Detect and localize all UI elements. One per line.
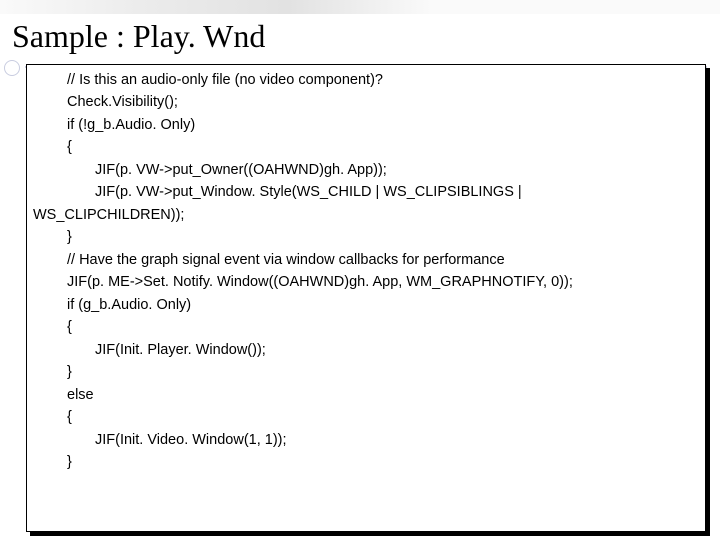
code-line: JIF(Init. Player. Window());: [33, 339, 699, 361]
code-line: {: [33, 136, 699, 158]
code-line: JIF(p. VW->put_Owner((OAHWND)gh. App));: [33, 159, 699, 181]
code-line: }: [33, 226, 699, 248]
code-line: if (g_b.Audio. Only): [33, 294, 699, 316]
code-line: JIF(p. ME->Set. Notify. Window((OAHWND)g…: [33, 271, 699, 293]
code-line: JIF(Init. Video. Window(1, 1));: [33, 429, 699, 451]
code-line: Check.Visibility();: [33, 91, 699, 113]
code-box: // Is this an audio-only file (no video …: [26, 64, 706, 532]
code-line: else: [33, 384, 699, 406]
rule-endpoint-circle: [4, 60, 20, 76]
code-line: // Have the graph signal event via windo…: [33, 249, 699, 271]
top-gradient-bar: [0, 0, 720, 14]
code-line: }: [33, 451, 699, 473]
code-line: JIF(p. VW->put_Window. Style(WS_CHILD | …: [33, 181, 699, 203]
code-line: }: [33, 361, 699, 383]
slide-title: Sample : Play. Wnd: [12, 18, 265, 55]
code-line: if (!g_b.Audio. Only): [33, 114, 699, 136]
code-line: {: [33, 406, 699, 428]
code-line: WS_CLIPCHILDREN));: [33, 204, 699, 226]
code-line: {: [33, 316, 699, 338]
code-line: // Is this an audio-only file (no video …: [33, 69, 699, 91]
